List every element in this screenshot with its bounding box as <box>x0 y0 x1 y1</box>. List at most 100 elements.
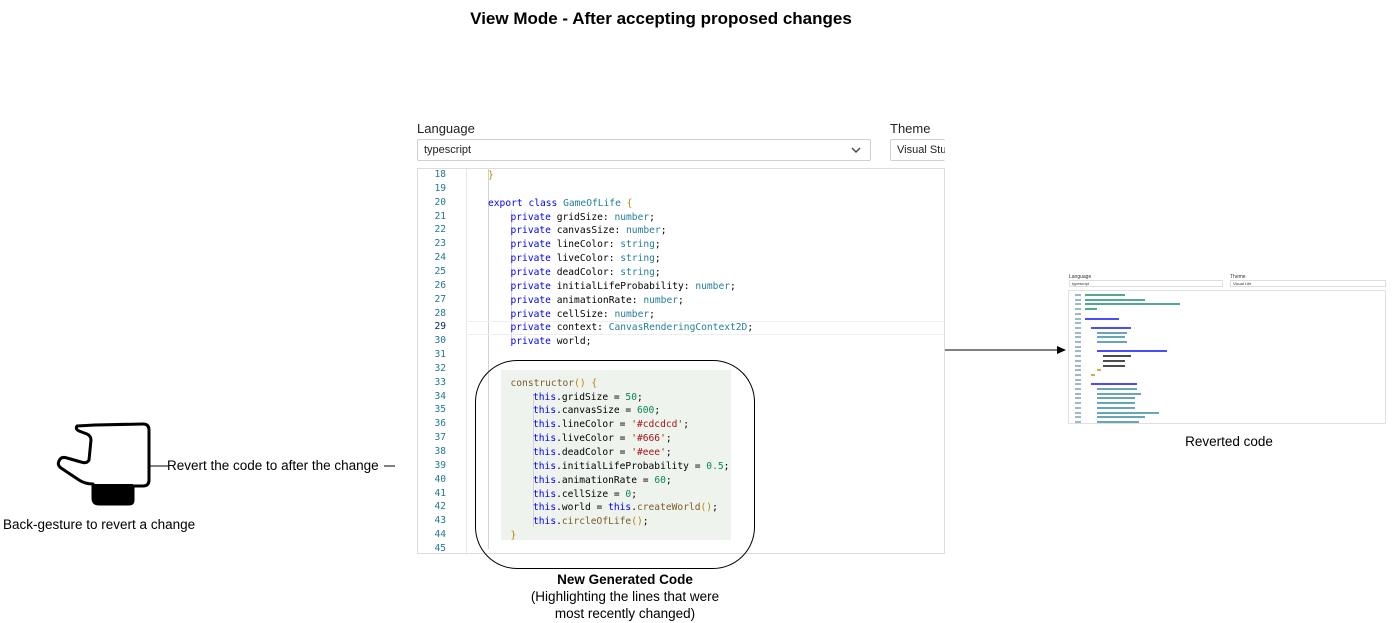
line-number: 26 <box>434 279 446 291</box>
line-number: 22 <box>434 224 446 236</box>
thumb-theme-select: Visual Lite <box>1230 280 1386 287</box>
thumb-line-number <box>1075 364 1081 367</box>
line-number: 34 <box>434 390 446 402</box>
thumb-line-number <box>1075 331 1081 334</box>
thumb-line-number <box>1075 402 1081 405</box>
code-token: liveColor: <box>556 253 621 265</box>
thumb-line-number <box>1075 326 1081 329</box>
thumb-code-line <box>1091 373 1095 376</box>
code-token: string <box>620 266 655 278</box>
code-token: ; <box>660 225 667 237</box>
thumb-line-number <box>1075 359 1081 362</box>
thumb-code-line <box>1091 383 1137 386</box>
thumb-code-line <box>1085 308 1097 311</box>
line-number: 45 <box>434 542 446 554</box>
reverted-code-caption: Reverted code <box>1185 434 1273 449</box>
line-number: 21 <box>434 210 446 222</box>
thumb-code-line <box>1097 416 1145 419</box>
code-line: private lineColor: string; <box>511 238 661 252</box>
code-token: cellSize: <box>556 308 615 320</box>
thumb-line-number <box>1075 322 1081 325</box>
thumb-code-line <box>1085 294 1125 296</box>
language-select[interactable]: typescript <box>417 139 871 161</box>
code-token: export <box>488 197 529 209</box>
line-number: 38 <box>434 446 446 457</box>
line-number: 18 <box>434 169 446 180</box>
code-line: private liveColor: string; <box>511 252 661 266</box>
thumb-code-line <box>1085 317 1119 320</box>
thumb-code-line <box>1097 411 1159 414</box>
thumb-line-number <box>1075 355 1081 358</box>
code-token: initialLifeProbability: <box>556 280 696 292</box>
code-token: string <box>620 253 655 265</box>
thumb-line-number <box>1075 373 1081 376</box>
thumb-line-number <box>1075 303 1081 306</box>
code-token: animationRate: <box>556 294 644 306</box>
code-token: class <box>528 197 564 209</box>
thumb-line-number <box>1075 345 1081 348</box>
arrow-to-reverted <box>945 346 1066 354</box>
highlight-caption-title: New Generated Code <box>557 572 693 587</box>
thumb-line-number <box>1075 336 1081 339</box>
thumb-code-line <box>1097 392 1141 395</box>
thumb-code-line <box>1103 359 1125 362</box>
line-number: 19 <box>434 182 446 194</box>
code-token: private <box>510 225 557 237</box>
line-number: 43 <box>434 515 446 527</box>
line-number: 20 <box>434 196 446 208</box>
thumb-theme-value: Visual Lite <box>1233 281 1252 286</box>
line-number: 35 <box>434 404 446 416</box>
code-token: private <box>510 280 557 292</box>
code-line: private world; <box>511 335 592 349</box>
code-line: private gridSize: number; <box>511 211 655 225</box>
line-number: 31 <box>434 349 446 361</box>
code-token: private <box>510 294 557 306</box>
revert-connector-label: Revert the code to after the change <box>167 458 379 473</box>
line-number: 32 <box>434 362 446 374</box>
line-number: 40 <box>434 473 446 485</box>
diagram-title: View Mode - After accepting proposed cha… <box>470 9 852 28</box>
thumb-code-line <box>1097 369 1101 372</box>
thumb-line-number <box>1075 388 1081 390</box>
line-number: 44 <box>434 529 446 541</box>
code-token: number <box>695 280 730 292</box>
thumb-code-line <box>1097 406 1135 409</box>
code-line: private deadColor: string; <box>511 266 661 280</box>
line-number: 37 <box>434 432 446 444</box>
thumb-code-line <box>1097 331 1127 334</box>
thumb-line-number <box>1075 392 1081 395</box>
line-number: 23 <box>434 238 446 250</box>
thumb-line-number <box>1075 317 1081 320</box>
line-number: 24 <box>434 252 446 264</box>
code-token: ; <box>649 211 655 223</box>
code-line: private context: CanvasRenderingContext2… <box>511 321 754 335</box>
thumb-code-line <box>1085 298 1145 301</box>
code-token: number <box>626 225 661 237</box>
code-token: deadColor: <box>556 266 621 278</box>
thumb-code-line <box>1097 336 1125 339</box>
code-token: CanvasRenderingContext2D <box>608 322 748 334</box>
thumb-code-line <box>1103 355 1131 358</box>
code-token: private <box>510 266 557 278</box>
thumb-code-area <box>1068 290 1386 424</box>
code-token: gridSize: <box>556 211 615 223</box>
thumb-line-number <box>1075 397 1081 400</box>
thumb-line-number <box>1075 420 1081 423</box>
line-number: 36 <box>434 418 446 430</box>
thumb-code-line <box>1103 364 1125 367</box>
theme-select[interactable]: Visual Stu <box>890 139 945 161</box>
code-token: private <box>510 253 557 265</box>
thumb-line-number <box>1075 369 1081 372</box>
line-number: 29 <box>434 321 446 333</box>
code-token: world; <box>556 336 592 348</box>
thumb-code-line <box>1097 397 1135 400</box>
code-token: lineColor: <box>556 239 621 251</box>
code-line: private initialLifeProbability: number; <box>511 280 736 294</box>
code-token: ; <box>654 239 661 251</box>
thumb-line-number <box>1075 411 1081 414</box>
code-token: number <box>614 308 650 320</box>
code-token: { <box>626 197 633 209</box>
code-token: ; <box>747 322 754 334</box>
changed-code-bubble <box>475 360 755 569</box>
gesture-connector-right <box>384 465 395 467</box>
